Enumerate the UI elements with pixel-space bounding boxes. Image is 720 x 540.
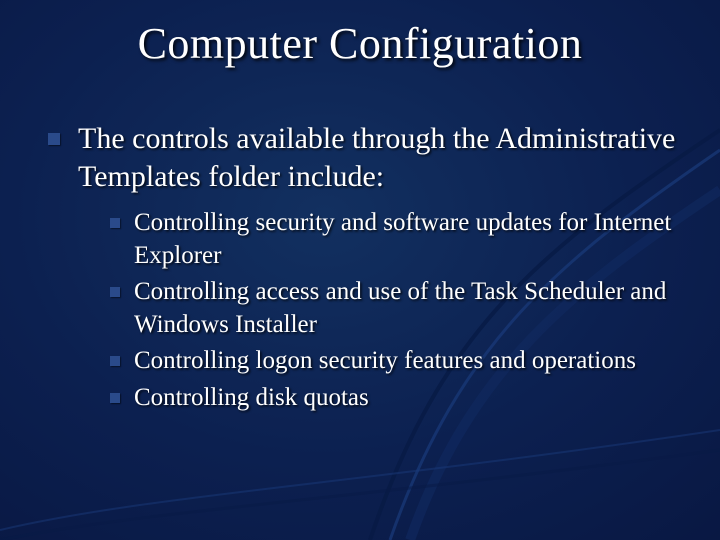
list-item: The controls available through the Admin… — [48, 120, 680, 195]
slide-body: The controls available through the Admin… — [48, 120, 680, 418]
square-bullet-icon — [110, 356, 120, 366]
sub-bullet-text: Controlling access and use of the Task S… — [134, 276, 680, 341]
square-bullet-icon — [110, 287, 120, 297]
square-bullet-icon — [110, 393, 120, 403]
main-bullet-text: The controls available through the Admin… — [78, 120, 680, 195]
slide-title: Computer Configuration — [0, 18, 720, 69]
sub-bullet-text: Controlling security and software update… — [134, 207, 680, 272]
list-item: Controlling security and software update… — [110, 207, 680, 272]
square-bullet-icon — [48, 133, 60, 145]
list-item: Controlling logon security features and … — [110, 345, 680, 378]
list-item: Controlling access and use of the Task S… — [110, 276, 680, 341]
slide: Computer Configuration The controls avai… — [0, 0, 720, 540]
sub-bullet-text: Controlling disk quotas — [134, 382, 369, 415]
sub-bullet-text: Controlling logon security features and … — [134, 345, 636, 378]
square-bullet-icon — [110, 218, 120, 228]
sub-list: Controlling security and software update… — [110, 207, 680, 414]
list-item: Controlling disk quotas — [110, 382, 680, 415]
